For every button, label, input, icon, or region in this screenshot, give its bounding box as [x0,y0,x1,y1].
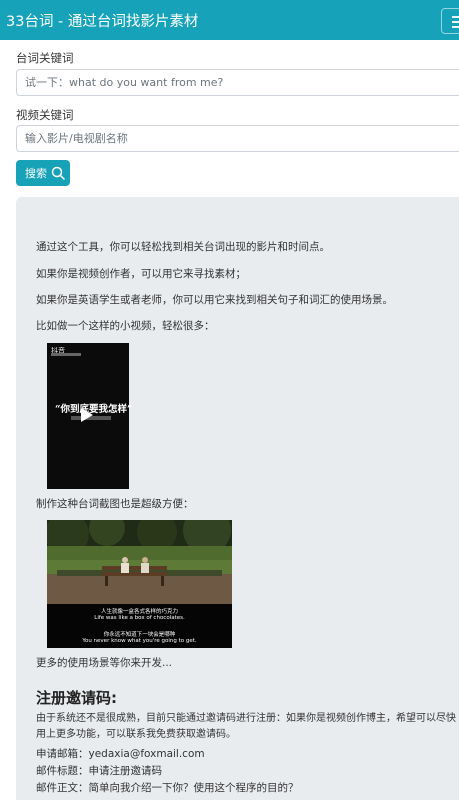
search-button[interactable]: 搜索 [16,160,70,186]
intro-paragraph-4: 比如做一个这样的小视频，轻松很多： [36,320,215,332]
movie-subtitle-en-2: You never know what you're going to get. [82,638,197,644]
sample-short-video[interactable]: 抖音 “你到底要我怎样” [47,343,133,489]
hamburger-icon [452,16,459,18]
video-keyword-label: 视频关键词 [16,108,74,122]
search-icon [51,166,65,180]
register-description: 由于系统还不是很成熟，目前只能通过邀请码进行注册：如果你是视频创作博主，希望可以… [36,713,456,740]
register-body: 邮件正文：简单向我介绍一下你？使用这个程序的目的？ [36,782,299,794]
intro-paragraph-1: 通过这个工具，你可以轻松找到相关台词出现的影片和时间点。 [36,241,330,253]
subtitle-keyword-input[interactable] [16,69,459,96]
subtitle-keyword-label: 台词关键词 [16,51,74,65]
menu-toggle-button[interactable] [441,8,459,34]
park-scene-image [47,520,232,648]
intro-paragraph-5: 制作这种台词截图也是超级方便： [36,498,194,510]
register-email: 申请邮箱：yedaxia@foxmail.com [36,748,205,760]
hamburger-icon-bar [452,21,459,23]
register-subject: 邮件标题：申请注册邀请码 [36,765,162,777]
intro-paragraph-3: 如果你是英语学生或者老师，你可以用它来找到相关句子和词汇的使用场景。 [36,294,393,306]
video-caption-placeholder [51,353,81,356]
video-keyword-input[interactable] [16,125,459,152]
intro-panel: 通过这个工具，你可以轻松找到相关台词出现的影片和时间点。 如果你是视频创作者，可… [16,197,459,800]
movie-screenshot: 人生就像一盒各式各样的巧克力 Life was like a box of ch… [47,520,232,648]
movie-subtitle-cn-1: 人生就像一盒各式各样的巧克力 [100,609,178,615]
register-title: 注册邀请码: [36,689,117,707]
hamburger-icon-bar [452,26,459,28]
intro-paragraph-6: 更多的使用场景等你来开发... [36,657,173,669]
play-icon[interactable] [81,408,93,422]
top-navbar: 33台词 - 通过台词找影片素材 [0,0,459,40]
video-quote-text: “你到底要我怎样” [55,404,133,415]
search-button-label: 搜索 [25,168,47,180]
movie-subtitle-en-1: Life was like a box of chocolates. [94,615,185,621]
intro-paragraph-2: 如果你是视频创作者，可以用它来寻找素材； [36,268,246,280]
movie-subtitle-cn-2: 你永远不知道下一块会是哪种 [103,632,176,638]
site-brand[interactable]: 33台词 - 通过台词找影片素材 [6,10,198,31]
